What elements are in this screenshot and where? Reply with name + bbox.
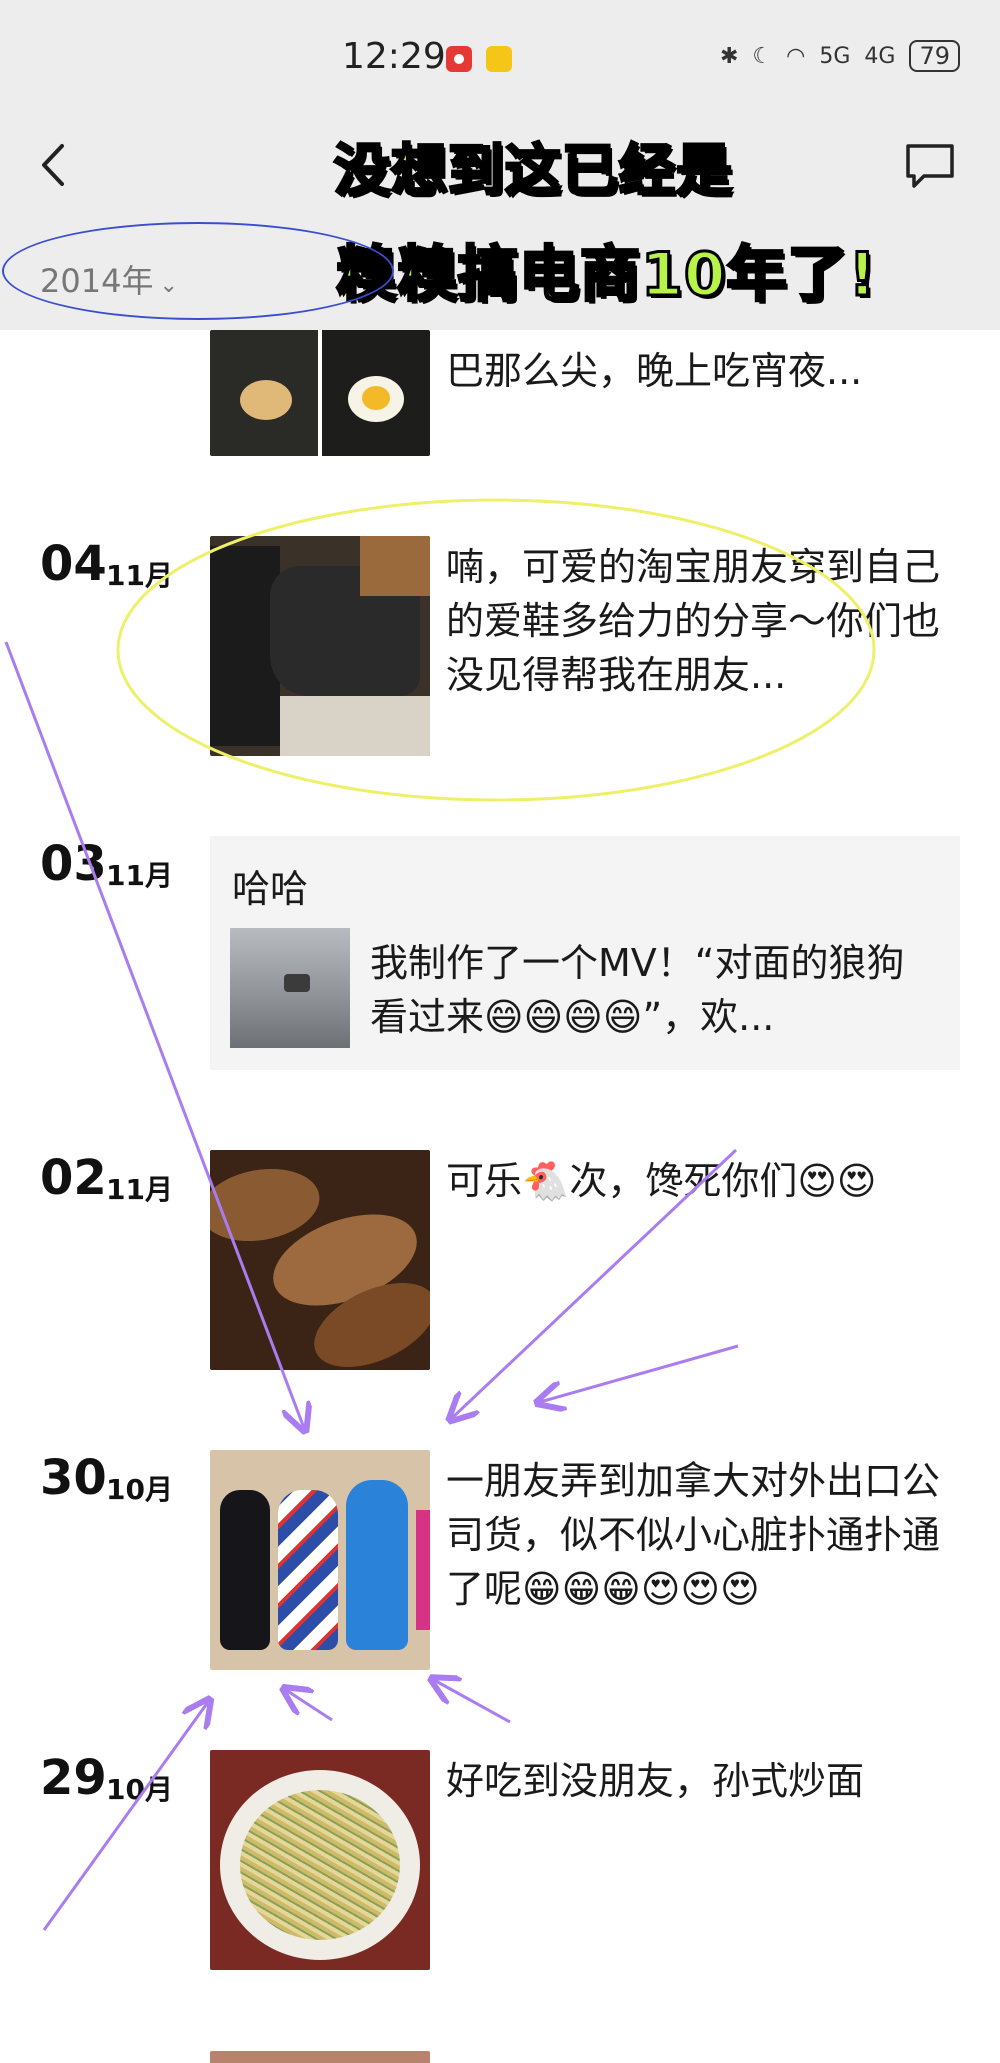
entry-day: 29 — [40, 1750, 107, 1806]
entry-day: 04 — [40, 536, 107, 592]
moon-icon: ☾ — [752, 43, 773, 69]
entry-text: 巴那么尖，晚上吃宵夜... — [446, 349, 863, 393]
status-icons: ✱ ☾ ◠ 5G 4G 79 — [720, 40, 960, 72]
chevron-left-icon[interactable] — [34, 140, 74, 190]
annotation-arrow — [434, 1680, 511, 1724]
entry-text: 可乐🐔次，馋死你们😍😍 — [446, 1159, 877, 1203]
egg-photo — [322, 330, 430, 456]
entry-month: 11月 — [106, 859, 173, 892]
entry-month: 11月 — [106, 559, 173, 592]
status-bar: 12:29 ✱ ☾ ◠ 5G 4G 79 — [0, 0, 1000, 110]
entry-text: 好吃到没朋友，孙式炒面 — [446, 1759, 865, 1803]
wifi-icon: ◠ — [786, 43, 806, 69]
entry-day: 02 — [40, 1150, 107, 1206]
entry-text: 喃，可爱的淘宝朋友穿到自己的爱鞋多给力的分享～你们也没见得帮我在朋友... — [446, 545, 941, 697]
entry-day: 30 — [40, 1450, 107, 1506]
signal-4g-icon: 4G — [864, 43, 896, 69]
signal-5g-icon: 5G — [819, 43, 851, 69]
food-photo — [210, 330, 318, 456]
overlay-caption-line1: 没想到这已经是 — [333, 138, 734, 206]
annotation-arrow — [286, 1690, 333, 1722]
entry-text: 一朋友弄到加拿大对外出口公司货，似不似小心脏扑通扑通了呢😁😁😁😍😍😍 — [446, 1459, 941, 1611]
annotation-arrow — [42, 1702, 208, 1931]
bluetooth-icon: ✱ — [719, 43, 739, 69]
entry-month: 10月 — [106, 1773, 173, 1806]
message-icon[interactable] — [902, 140, 958, 192]
entry-thumbnail[interactable] — [210, 1450, 430, 1670]
annotation-blue-ellipse — [2, 222, 394, 320]
entry-day: 03 — [40, 836, 107, 892]
battery-indicator: 79 — [909, 40, 960, 72]
entry-thumbnail[interactable] — [210, 2051, 430, 2063]
entry-thumbnail-grid[interactable] — [210, 330, 430, 456]
entry-month: 10月 — [106, 1473, 173, 1506]
entry-thumbnail[interactable] — [210, 1150, 430, 1370]
share-card-title: 哈哈 — [232, 867, 309, 911]
entry-thumbnail[interactable] — [210, 1750, 430, 1970]
annotation-arrow — [540, 1344, 739, 1402]
entry-thumbnail[interactable] — [210, 536, 430, 756]
overlay-caption-line2: 糗糗搞电商10年了! — [335, 239, 878, 312]
status-time: 12:29 — [342, 36, 446, 77]
share-card-text: 我制作了一个MV！“对面的狼狗看过来😄😄😄😄”，欢... — [370, 941, 905, 1039]
notification-app-icon — [446, 46, 472, 72]
notification-app-icon-2 — [486, 46, 512, 72]
entry-month: 11月 — [106, 1173, 173, 1206]
mv-thumbnail[interactable] — [230, 928, 350, 1048]
shared-mv-card[interactable]: 哈哈 我制作了一个MV！“对面的狼狗看过来😄😄😄😄”，欢... — [210, 836, 960, 1070]
